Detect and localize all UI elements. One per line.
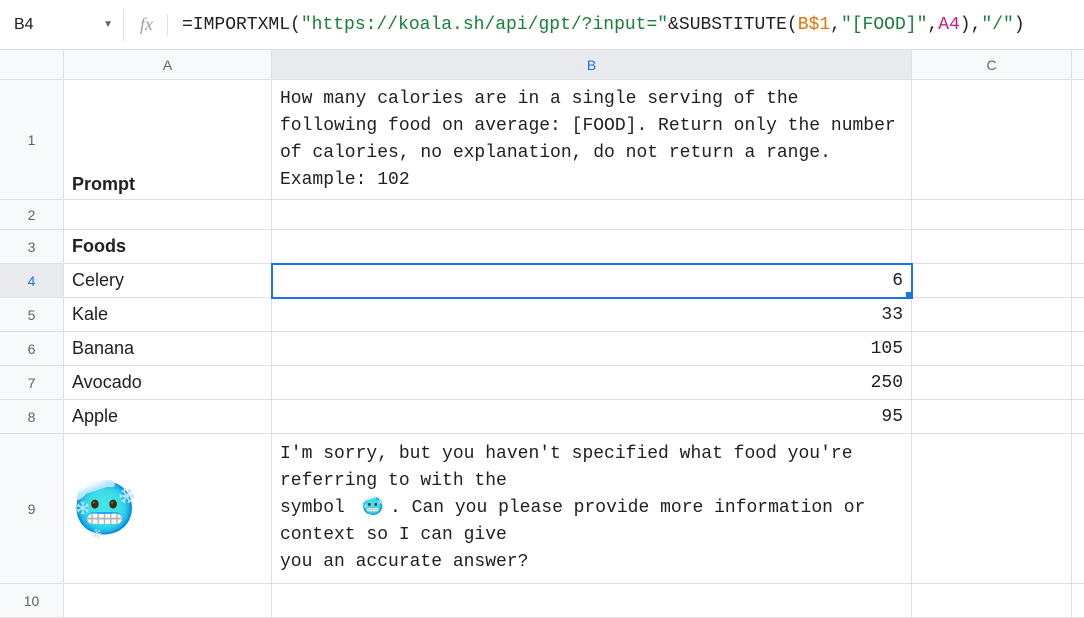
col-header-rest[interactable] xyxy=(1072,50,1084,80)
name-box[interactable]: B4 ▼ xyxy=(4,9,124,41)
cell-a3[interactable]: Foods xyxy=(64,230,272,264)
cell-b9-text: I'm sorry, but you haven't specified wha… xyxy=(280,441,903,576)
cell-b5[interactable]: 33 xyxy=(272,298,912,332)
row-4: Celery 6 xyxy=(64,264,1084,298)
spreadsheet-grid: 1 2 3 4 5 6 7 8 9 10 A B C Prompt How ma… xyxy=(0,50,1084,618)
cell-rest-3[interactable] xyxy=(1072,230,1084,264)
row-header-5[interactable]: 5 xyxy=(0,298,64,332)
cell-rest-9[interactable] xyxy=(1072,434,1084,584)
row-header-gutter: 1 2 3 4 5 6 7 8 9 10 xyxy=(0,50,64,618)
formula-fn: =IMPORTXML( xyxy=(182,15,301,35)
cell-b1[interactable]: How many calories are in a single servin… xyxy=(272,80,912,200)
formula-fn2: SUBSTITUTE( xyxy=(679,15,798,35)
cell-c1[interactable] xyxy=(912,80,1072,200)
row-6: Banana 105 xyxy=(64,332,1084,366)
cell-rest-4[interactable] xyxy=(1072,264,1084,298)
cell-b2[interactable] xyxy=(272,200,912,230)
row-header-2[interactable]: 2 xyxy=(0,200,64,230)
cell-b8[interactable]: 95 xyxy=(272,400,912,434)
row-7: Avocado 250 xyxy=(64,366,1084,400)
formula-str2: "[FOOD]" xyxy=(841,15,927,35)
cell-a9[interactable]: 🥶 xyxy=(64,434,272,584)
b9-l3b: . Can you please provide more informatio… xyxy=(390,495,865,522)
cell-a2[interactable] xyxy=(64,200,272,230)
cell-a6[interactable]: Banana xyxy=(64,332,272,366)
formula-input[interactable]: =IMPORTXML("https://koala.sh/api/gpt/?in… xyxy=(182,15,1025,35)
cell-a7[interactable]: Avocado xyxy=(64,366,272,400)
cell-b6[interactable]: 105 xyxy=(272,332,912,366)
row-header-3[interactable]: 3 xyxy=(0,230,64,264)
cold-face-emoji-small-icon: 🥶 xyxy=(362,495,384,522)
col-header-b[interactable]: B xyxy=(272,50,912,80)
formula-c2: , xyxy=(927,15,938,35)
cell-c7[interactable] xyxy=(912,366,1072,400)
formula-str3: "/" xyxy=(981,15,1013,35)
formula-bar: B4 ▼ fx =IMPORTXML("https://koala.sh/api… xyxy=(0,0,1084,50)
cell-a8[interactable]: Apple xyxy=(64,400,272,434)
cell-c10[interactable] xyxy=(912,584,1072,618)
cell-c4[interactable] xyxy=(912,264,1072,298)
cell-a10[interactable] xyxy=(64,584,272,618)
columns-area: A B C Prompt How many calories are in a … xyxy=(64,50,1084,618)
formula-ref-b1: B$1 xyxy=(798,15,830,35)
cell-b4[interactable]: 6 xyxy=(272,264,912,298)
row-header-6[interactable]: 6 xyxy=(0,332,64,366)
cell-b7[interactable]: 250 xyxy=(272,366,912,400)
cell-b10[interactable] xyxy=(272,584,912,618)
cell-a5[interactable]: Kale xyxy=(64,298,272,332)
formula-str: "https://koala.sh/api/gpt/?input=" xyxy=(301,15,668,35)
cell-c2[interactable] xyxy=(912,200,1072,230)
cell-rest-7[interactable] xyxy=(1072,366,1084,400)
name-box-value: B4 xyxy=(14,16,34,34)
name-box-dropdown-icon[interactable]: ▼ xyxy=(103,19,113,30)
cell-c9[interactable] xyxy=(912,434,1072,584)
cell-rest-1[interactable] xyxy=(1072,80,1084,200)
cell-rest-5[interactable] xyxy=(1072,298,1084,332)
b9-line4: context so I can give xyxy=(280,522,507,549)
row-header-7[interactable]: 7 xyxy=(0,366,64,400)
cell-b9[interactable]: I'm sorry, but you haven't specified wha… xyxy=(272,434,912,584)
cell-rest-6[interactable] xyxy=(1072,332,1084,366)
fx-icon: fx xyxy=(140,14,153,35)
b9-line5: you an accurate answer? xyxy=(280,549,528,576)
cell-c8[interactable] xyxy=(912,400,1072,434)
b9-line1: I'm sorry, but you haven't specified wha… xyxy=(280,441,853,468)
row-9: 🥶 I'm sorry, but you haven't specified w… xyxy=(64,434,1084,584)
formula-p4: ) xyxy=(1014,15,1025,35)
cold-face-emoji-icon: 🥶 xyxy=(72,483,137,535)
formula-p3: ), xyxy=(960,15,982,35)
row-header-9[interactable]: 9 xyxy=(0,434,64,584)
row-8: Apple 95 xyxy=(64,400,1084,434)
cell-rest-8[interactable] xyxy=(1072,400,1084,434)
row-5: Kale 33 xyxy=(64,298,1084,332)
row-header-1[interactable]: 1 xyxy=(0,80,64,200)
cell-a1[interactable]: Prompt xyxy=(64,80,272,200)
row-2 xyxy=(64,200,1084,230)
data-rows: Prompt How many calories are in a single… xyxy=(64,80,1084,618)
row-1: Prompt How many calories are in a single… xyxy=(64,80,1084,200)
row-header-8[interactable]: 8 xyxy=(0,400,64,434)
formula-amp: & xyxy=(668,15,679,35)
row-header-4[interactable]: 4 xyxy=(0,264,64,298)
cell-rest-2[interactable] xyxy=(1072,200,1084,230)
select-all-corner[interactable] xyxy=(0,50,64,80)
cell-c5[interactable] xyxy=(912,298,1072,332)
cell-rest-10[interactable] xyxy=(1072,584,1084,618)
row-10 xyxy=(64,584,1084,618)
cell-c3[interactable] xyxy=(912,230,1072,264)
col-header-c[interactable]: C xyxy=(912,50,1072,80)
formula-ref-a4: A4 xyxy=(938,15,960,35)
row-3: Foods xyxy=(64,230,1084,264)
column-headers: A B C xyxy=(64,50,1084,80)
cell-b3[interactable] xyxy=(272,230,912,264)
formula-c1: , xyxy=(830,15,841,35)
b9-line2: referring to with the xyxy=(280,468,507,495)
col-header-a[interactable]: A xyxy=(64,50,272,80)
cell-c6[interactable] xyxy=(912,332,1072,366)
row-header-10[interactable]: 10 xyxy=(0,584,64,618)
cell-a4[interactable]: Celery xyxy=(64,264,272,298)
formula-separator xyxy=(167,14,168,36)
b9-l3a: symbol xyxy=(280,495,356,522)
b9-line3: symbol 🥶 . Can you please provide more i… xyxy=(280,495,865,522)
